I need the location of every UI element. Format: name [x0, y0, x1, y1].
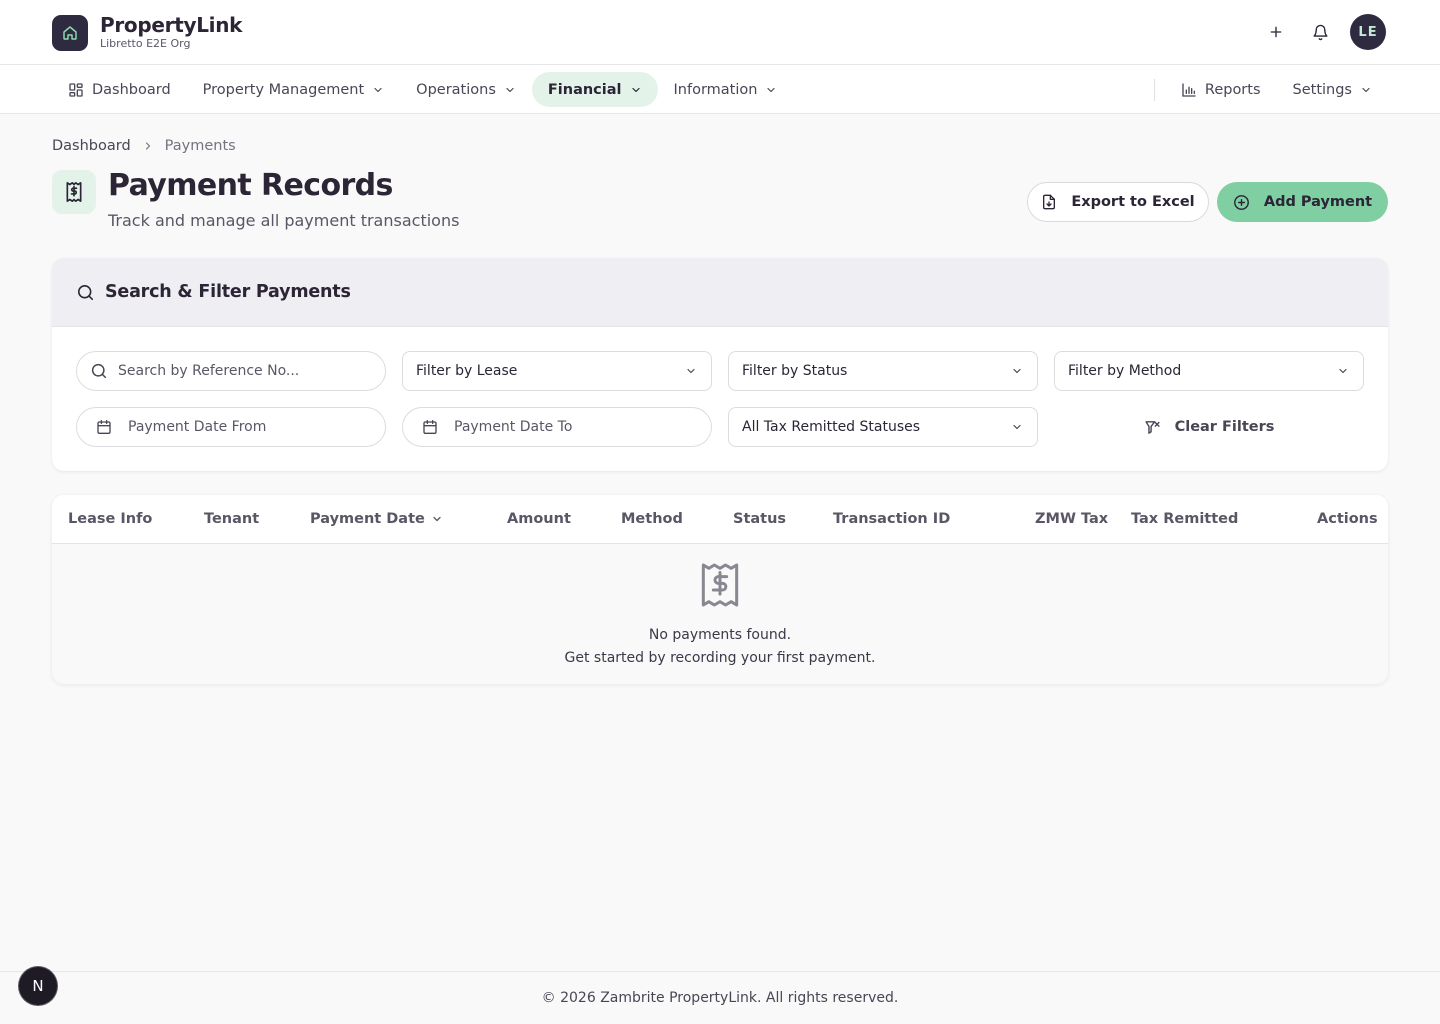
date-to-placeholder: Payment Date To — [454, 419, 573, 435]
footer: © 2026 Zambrite PropertyLink. All rights… — [0, 971, 1440, 1024]
column-header-transaction-id[interactable]: Transaction ID — [833, 511, 950, 527]
grid-icon — [68, 82, 84, 98]
chevron-down-icon — [372, 84, 384, 96]
filter-panel-title: Search & Filter Payments — [105, 282, 351, 302]
filter-panel: Search & Filter Payments Search by Refer… — [52, 258, 1388, 471]
status-filter-select[interactable]: Filter by Status — [728, 351, 1038, 391]
add-payment-label: Add Payment — [1263, 194, 1373, 210]
search-input[interactable]: Search by Reference No... — [76, 351, 386, 391]
calendar-icon — [96, 419, 112, 435]
filter-panel-header: Search & Filter Payments — [52, 258, 1388, 327]
chevron-down-icon — [1360, 84, 1372, 96]
column-header-method[interactable]: Method — [621, 511, 683, 527]
bell-icon[interactable] — [1302, 14, 1338, 50]
nav-item-dashboard[interactable]: Dashboard — [52, 72, 187, 107]
plus-icon[interactable] — [1258, 14, 1294, 50]
empty-state-subtitle: Get started by recording your first paym… — [564, 650, 876, 666]
export-label: Export to Excel — [1071, 194, 1195, 210]
payments-table: Lease Info Tenant Payment Date Amount Me… — [52, 495, 1388, 684]
user-avatar[interactable]: LE — [1350, 14, 1386, 50]
search-icon — [90, 362, 108, 380]
tax-remitted-filter-value: All Tax Remitted Statuses — [742, 419, 921, 435]
status-filter-value: Filter by Status — [742, 363, 848, 379]
bar-chart-icon — [1181, 82, 1197, 98]
nav-item-reports[interactable]: Reports — [1165, 72, 1277, 107]
organization-name: Libretto E2E Org — [100, 37, 191, 50]
clear-filters-label: Clear Filters — [1174, 419, 1275, 435]
chevron-down-icon — [1011, 365, 1023, 377]
nav-label: Property Management — [202, 81, 365, 98]
table-header: Lease Info Tenant Payment Date Amount Me… — [52, 495, 1388, 544]
method-filter-value: Filter by Method — [1068, 363, 1182, 379]
breadcrumb: Dashboard Payments — [52, 138, 236, 154]
column-header-tenant[interactable]: Tenant — [204, 511, 259, 527]
lease-filter-select[interactable]: Filter by Lease — [402, 351, 712, 391]
search-icon — [76, 283, 95, 302]
brand-name: PropertyLink — [100, 13, 243, 37]
chevron-down-icon — [1011, 421, 1023, 433]
chevron-down-icon — [630, 84, 642, 96]
nav-label: Settings — [1292, 81, 1352, 98]
empty-state: No payments found. Get started by record… — [52, 561, 1388, 666]
lease-filter-value: Filter by Lease — [416, 363, 518, 379]
export-to-excel-button[interactable]: Export to Excel — [1027, 182, 1209, 222]
page-title: Payment Records — [108, 168, 393, 203]
dev-tools-badge[interactable]: N — [19, 967, 57, 1005]
column-header-amount[interactable]: Amount — [507, 511, 571, 527]
nav-label: Operations — [416, 81, 496, 98]
filter-clear-icon — [1144, 419, 1161, 436]
nav-label: Reports — [1204, 81, 1261, 98]
chevron-down-icon — [504, 84, 516, 96]
nav-label: Dashboard — [92, 81, 171, 98]
sort-desc-icon — [431, 513, 443, 525]
column-header-lease-info[interactable]: Lease Info — [68, 511, 152, 527]
main-nav: Dashboard Property Management Operations… — [0, 65, 1440, 114]
column-header-zmw-tax[interactable]: ZMW Tax — [1035, 511, 1108, 527]
nav-item-operations[interactable]: Operations — [400, 72, 532, 107]
column-header-payment-date[interactable]: Payment Date — [310, 511, 443, 527]
receipt-dollar-icon — [700, 561, 740, 609]
breadcrumb-dashboard[interactable]: Dashboard — [52, 138, 131, 154]
method-filter-select[interactable]: Filter by Method — [1054, 351, 1364, 391]
brand[interactable]: PropertyLink Libretto E2E Org — [52, 14, 242, 51]
column-header-actions: Actions — [1317, 511, 1378, 527]
home-icon — [52, 14, 88, 51]
top-header: PropertyLink Libretto E2E Org LE — [0, 0, 1440, 65]
nav-label: Financial — [547, 81, 622, 98]
nav-item-settings[interactable]: Settings — [1277, 72, 1388, 107]
search-placeholder: Search by Reference No... — [118, 363, 300, 379]
column-header-tax-remitted[interactable]: Tax Remitted — [1131, 511, 1238, 527]
nav-divider — [1153, 78, 1155, 101]
plus-circle-icon — [1233, 194, 1250, 211]
date-from-placeholder: Payment Date From — [128, 419, 267, 435]
nav-item-property-management[interactable]: Property Management — [187, 72, 400, 107]
clear-filters-button[interactable]: Clear Filters — [1054, 407, 1364, 447]
chevron-right-icon — [142, 140, 154, 152]
nav-item-information[interactable]: Information — [658, 72, 794, 107]
breadcrumb-current: Payments — [164, 138, 236, 154]
column-header-status[interactable]: Status — [733, 511, 786, 527]
add-payment-button[interactable]: Add Payment — [1217, 182, 1388, 222]
copyright-text: © 2026 Zambrite PropertyLink. All rights… — [541, 990, 899, 1006]
chevron-down-icon — [1337, 365, 1349, 377]
empty-state-title: No payments found. — [648, 627, 792, 643]
receipt-dollar-icon — [52, 170, 96, 214]
tax-remitted-filter-select[interactable]: All Tax Remitted Statuses — [728, 407, 1038, 447]
payment-date-from-input[interactable]: Payment Date From — [76, 407, 386, 447]
chevron-down-icon — [765, 84, 777, 96]
chevron-down-icon — [685, 365, 697, 377]
calendar-icon — [422, 419, 438, 435]
file-export-icon — [1041, 194, 1057, 210]
nav-label: Information — [673, 81, 758, 98]
payment-date-to-input[interactable]: Payment Date To — [402, 407, 712, 447]
page-subtitle: Track and manage all payment transaction… — [108, 211, 460, 230]
nav-item-financial[interactable]: Financial — [531, 72, 658, 107]
column-header-label: Payment Date — [310, 511, 425, 527]
